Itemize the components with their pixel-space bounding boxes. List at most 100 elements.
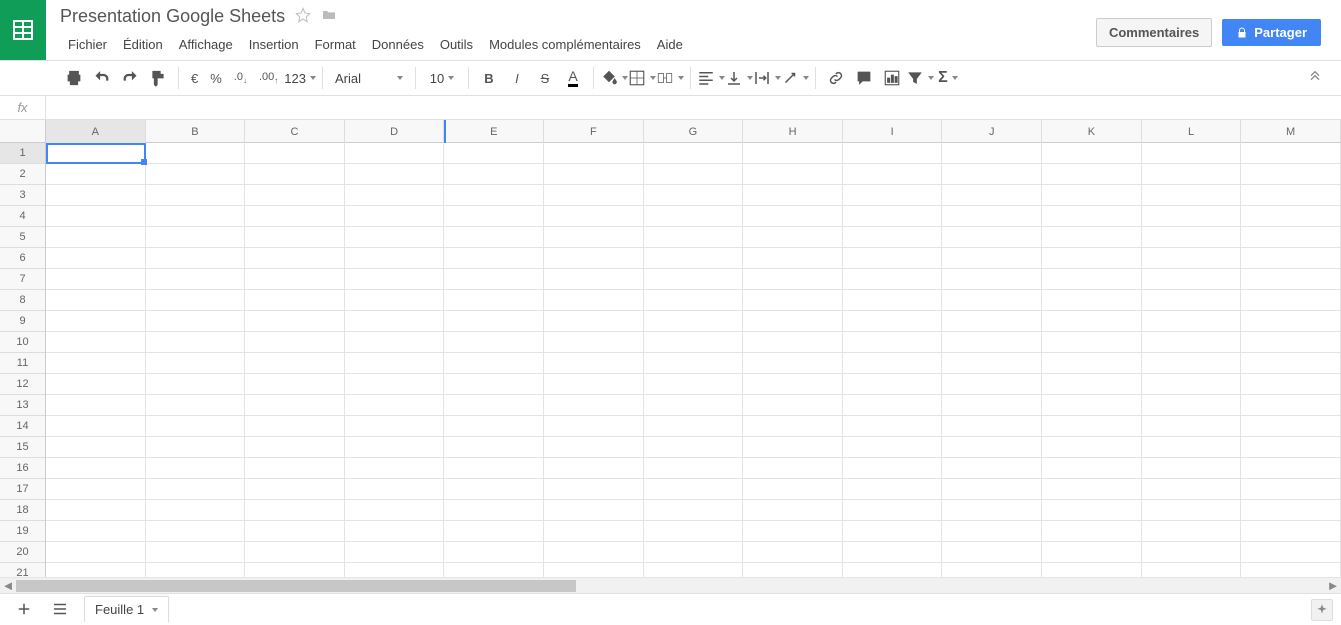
borders-button[interactable] [628, 64, 656, 92]
cell[interactable] [146, 563, 246, 577]
cell[interactable] [245, 542, 345, 563]
cell[interactable] [843, 248, 943, 269]
column-header-L[interactable]: L [1142, 120, 1242, 143]
row-header-8[interactable]: 8 [0, 290, 45, 311]
decrease-decimal-button[interactable]: .0↓ [228, 71, 253, 85]
cell[interactable] [1241, 500, 1341, 521]
cell[interactable] [1042, 332, 1142, 353]
cell[interactable] [942, 206, 1042, 227]
cell[interactable] [942, 458, 1042, 479]
cell[interactable] [345, 563, 445, 577]
filter-button[interactable] [906, 64, 934, 92]
cell[interactable] [644, 185, 744, 206]
cell[interactable] [743, 269, 843, 290]
cell[interactable] [345, 206, 445, 227]
cell[interactable] [46, 374, 146, 395]
row-header-6[interactable]: 6 [0, 248, 45, 269]
column-header-J[interactable]: J [942, 120, 1042, 143]
cell[interactable] [1142, 332, 1242, 353]
fill-color-button[interactable] [600, 64, 628, 92]
cell[interactable] [743, 563, 843, 577]
cell[interactable] [146, 479, 246, 500]
row-header-12[interactable]: 12 [0, 374, 45, 395]
select-all-corner[interactable] [0, 120, 46, 143]
menu-modules[interactable]: Modules complémentaires [481, 33, 649, 56]
currency-button[interactable]: € [185, 71, 204, 86]
row-header-16[interactable]: 16 [0, 458, 45, 479]
cell[interactable] [1142, 521, 1242, 542]
cell[interactable] [345, 290, 445, 311]
cell[interactable] [843, 563, 943, 577]
cell[interactable] [444, 269, 544, 290]
cell[interactable] [1241, 542, 1341, 563]
cell[interactable] [544, 143, 644, 164]
cell[interactable] [1142, 227, 1242, 248]
cell[interactable] [942, 248, 1042, 269]
cell[interactable] [1241, 437, 1341, 458]
insert-chart-button[interactable] [878, 64, 906, 92]
cell[interactable] [1142, 479, 1242, 500]
italic-button[interactable]: I [503, 64, 531, 92]
cell[interactable] [644, 227, 744, 248]
cell[interactable] [46, 269, 146, 290]
cell[interactable] [644, 206, 744, 227]
cell[interactable] [345, 479, 445, 500]
cell[interactable] [544, 416, 644, 437]
cell[interactable] [544, 437, 644, 458]
cell[interactable] [444, 143, 544, 164]
cell[interactable] [46, 395, 146, 416]
cell[interactable] [245, 479, 345, 500]
cell[interactable] [942, 521, 1042, 542]
merge-cells-button[interactable] [656, 64, 684, 92]
cell[interactable] [245, 206, 345, 227]
cell[interactable] [743, 185, 843, 206]
cell[interactable] [544, 269, 644, 290]
cell[interactable] [345, 437, 445, 458]
cell[interactable] [444, 500, 544, 521]
cell[interactable] [743, 206, 843, 227]
cell[interactable] [743, 458, 843, 479]
cell[interactable] [444, 227, 544, 248]
cell[interactable] [1142, 374, 1242, 395]
column-header-M[interactable]: M [1241, 120, 1341, 143]
cell[interactable] [1142, 248, 1242, 269]
cell[interactable] [146, 332, 246, 353]
cell[interactable] [1142, 416, 1242, 437]
cell[interactable] [1042, 521, 1142, 542]
cell[interactable] [1142, 458, 1242, 479]
cell[interactable] [942, 332, 1042, 353]
cell[interactable] [644, 269, 744, 290]
cell[interactable] [544, 542, 644, 563]
cell[interactable] [644, 563, 744, 577]
cell[interactable] [544, 164, 644, 185]
cell[interactable] [644, 542, 744, 563]
cell[interactable] [743, 164, 843, 185]
strikethrough-button[interactable]: S [531, 64, 559, 92]
cell[interactable] [1142, 311, 1242, 332]
cell[interactable] [1042, 248, 1142, 269]
cell[interactable] [743, 311, 843, 332]
cell[interactable] [1042, 563, 1142, 577]
paint-format-button[interactable] [144, 64, 172, 92]
redo-button[interactable] [116, 64, 144, 92]
row-header-5[interactable]: 5 [0, 227, 45, 248]
cell[interactable] [245, 563, 345, 577]
cell[interactable] [544, 563, 644, 577]
cell[interactable] [1042, 374, 1142, 395]
cell[interactable] [444, 290, 544, 311]
menu-fichier[interactable]: Fichier [60, 33, 115, 56]
cell[interactable] [544, 185, 644, 206]
cell[interactable] [345, 395, 445, 416]
cell[interactable] [843, 290, 943, 311]
cell[interactable] [743, 332, 843, 353]
cell[interactable] [644, 416, 744, 437]
cell[interactable] [1042, 143, 1142, 164]
align-horizontal-button[interactable] [697, 64, 725, 92]
text-rotation-button[interactable] [781, 64, 809, 92]
cell[interactable] [644, 395, 744, 416]
cell[interactable] [46, 185, 146, 206]
cell[interactable] [1241, 521, 1341, 542]
cell[interactable] [345, 248, 445, 269]
cell[interactable] [843, 479, 943, 500]
column-header-E[interactable]: E [444, 120, 544, 143]
